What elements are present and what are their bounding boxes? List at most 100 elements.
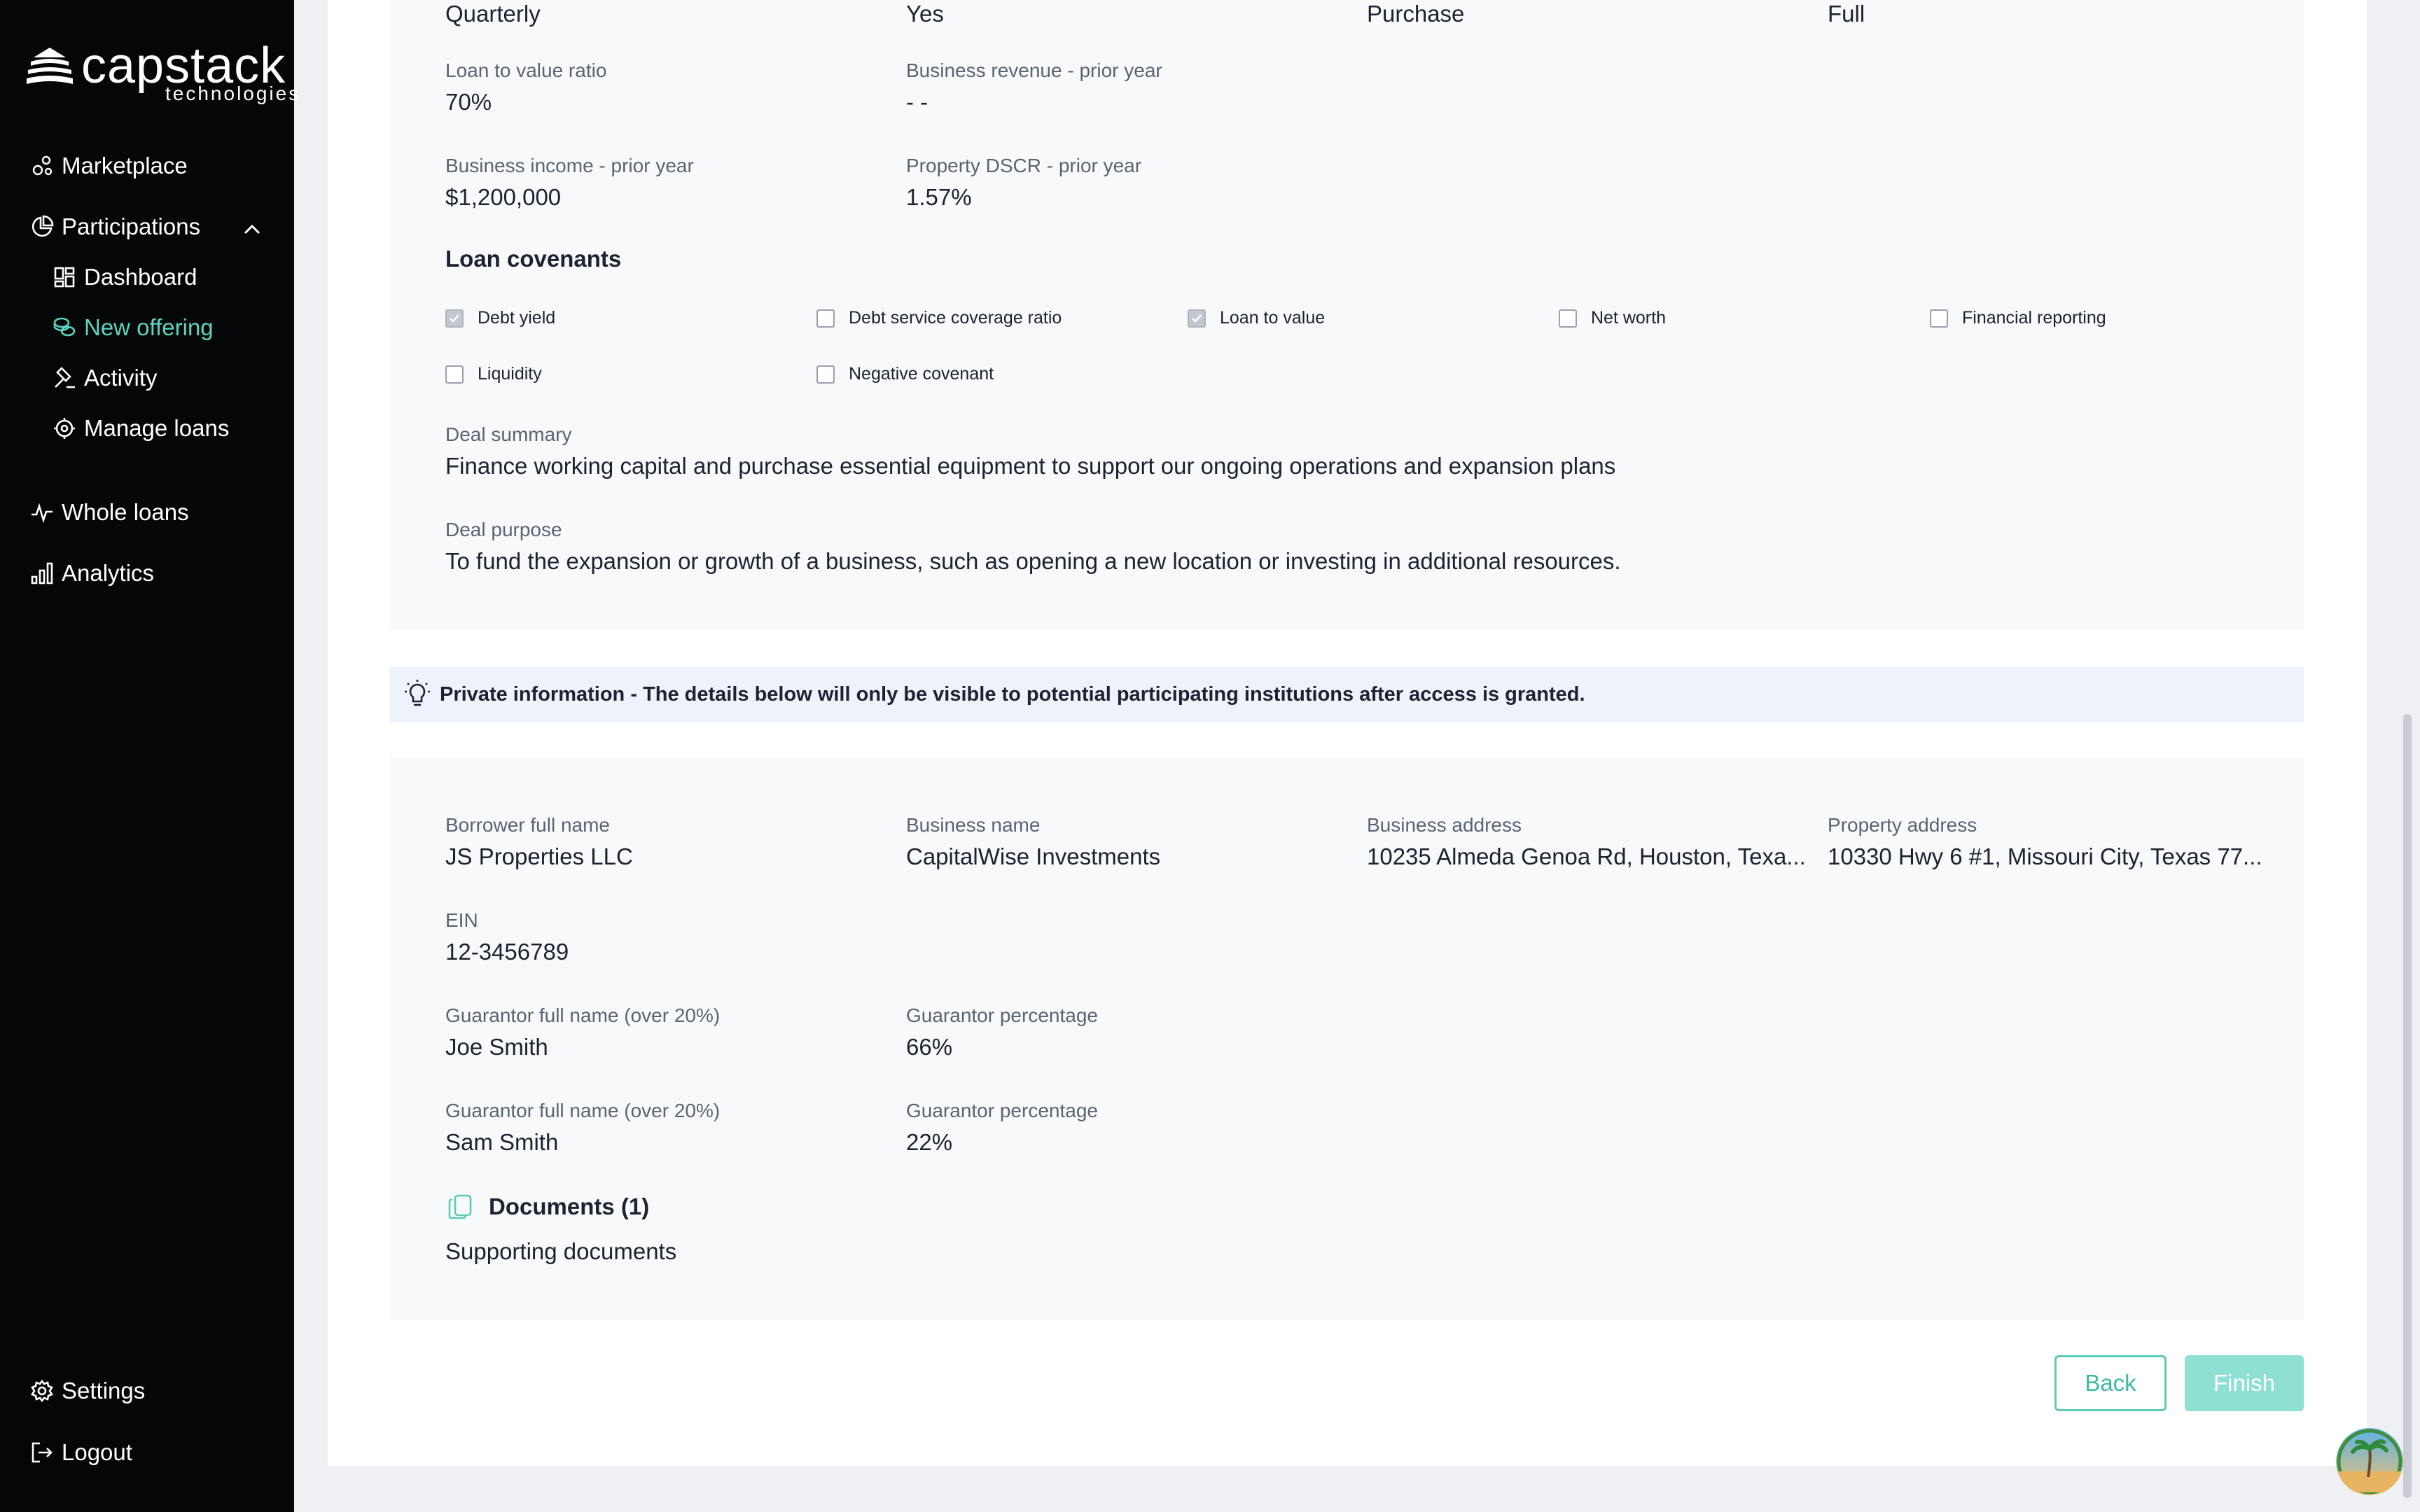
guarantor-2-pct-value: 22% <box>906 1129 953 1155</box>
business-name-field: Business name CapitalWise Investments <box>906 813 1160 872</box>
scrollbar[interactable] <box>2403 714 2412 1498</box>
coins-icon <box>52 315 77 340</box>
guarantor-1-pct-field: Guarantor percentage 66% <box>906 1004 1098 1063</box>
borrower-label: Borrower full name <box>445 814 610 836</box>
ltv-value: 70% <box>445 89 492 115</box>
business-address-field: Business address 10235 Almeda Genoa Rd, … <box>1367 813 1806 872</box>
guarantor-1-field: Guarantor full name (over 20%) Joe Smith <box>445 1004 720 1063</box>
checkbox[interactable] <box>1930 309 1948 328</box>
covenant-financial-reporting[interactable]: Financial reporting <box>1930 308 2106 328</box>
ein-label: EIN <box>445 909 478 931</box>
private-details-card: Borrower full name JS Properties LLC Bus… <box>389 757 2304 1320</box>
covenant-net-worth[interactable]: Net worth <box>1559 308 1666 328</box>
guarantor-1-pct-value: 66% <box>906 1034 953 1060</box>
covenants-title: Loan covenants <box>445 246 622 272</box>
loan-details-card: Quarterly Yes Purchase Full Loan to valu… <box>389 0 2304 630</box>
guarantor-2-value: Sam Smith <box>445 1129 559 1155</box>
covenant-negative[interactable]: Negative covenant <box>816 364 994 384</box>
business-address-value: 10235 Almeda Genoa Rd, Houston, Texa... <box>1367 844 1806 869</box>
nav-logout-label: Logout <box>62 1439 132 1465</box>
nav-analytics-label: Analytics <box>62 560 155 586</box>
documents-title: Documents (1) <box>489 1194 650 1219</box>
property-address-label: Property address <box>1828 814 1977 836</box>
top-row-value-3: Purchase <box>1367 1 1465 27</box>
pie-chart-icon <box>29 214 55 239</box>
supporting-documents-item[interactable]: Supporting documents <box>445 1232 676 1267</box>
guarantor-2-label: Guarantor full name (over 20%) <box>445 1100 721 1121</box>
deal-purpose-value: To fund the expansion or growth of a bus… <box>445 548 1621 574</box>
property-address-value: 10330 Hwy 6 #1, Missouri City, Texas 77.… <box>1828 844 2262 869</box>
nav-new-offering-label: New offering <box>84 314 214 340</box>
nav-manage-loans[interactable]: Manage loans <box>52 415 229 442</box>
checkbox[interactable] <box>445 309 464 328</box>
checkbox[interactable] <box>445 365 464 384</box>
nav-marketplace-label: Marketplace <box>62 153 188 178</box>
covenant-debt-yield[interactable]: Debt yield <box>445 308 555 328</box>
nav-whole-loans-label: Whole loans <box>62 499 189 525</box>
nav-new-offering[interactable]: New offering <box>52 314 214 341</box>
top-row-value-4: Full <box>1828 1 1865 27</box>
nav-dashboard-label: Dashboard <box>84 264 197 290</box>
guarantor-1-label: Guarantor full name (over 20%) <box>445 1004 721 1026</box>
chevron-up-icon[interactable] <box>239 217 265 242</box>
gear-dollar-icon <box>52 416 77 441</box>
checkbox[interactable] <box>816 365 835 384</box>
deal-summary-value: Finance working capital and purchase ess… <box>445 453 1616 479</box>
revenue-value: - - <box>906 89 929 115</box>
income-value: $1,200,000 <box>445 184 562 210</box>
checkbox[interactable] <box>816 309 835 328</box>
capstack-logo[interactable]: capstack technologies <box>27 41 298 111</box>
deal-purpose-label: Deal purpose <box>445 519 562 540</box>
nav-dashboard[interactable]: Dashboard <box>52 264 197 290</box>
sidebar: capstack technologies Marketplace Partic… <box>0 0 298 1512</box>
logo-tagline: technologies <box>165 83 301 104</box>
nav-settings-label: Settings <box>62 1378 146 1404</box>
bar-chart-icon <box>29 561 55 586</box>
dashboard-icon <box>52 265 77 290</box>
back-button[interactable]: Back <box>2054 1355 2167 1411</box>
nav-analytics[interactable]: Analytics <box>29 560 154 587</box>
nav-activity-label: Activity <box>84 365 158 391</box>
nav-participations[interactable]: Participations <box>29 214 200 240</box>
property-address-field: Property address 10330 Hwy 6 #1, Missour… <box>1828 813 2262 872</box>
dscr-value: 1.57% <box>906 184 972 210</box>
gear-icon <box>29 1378 55 1404</box>
guarantor-2-field: Guarantor full name (over 20%) Sam Smith <box>445 1099 720 1158</box>
nav-activity[interactable]: Activity <box>52 365 158 391</box>
guarantor-2-pct-field: Guarantor percentage 22% <box>906 1099 1098 1158</box>
dscr-label: Property DSCR - prior year <box>906 155 1142 176</box>
guarantor-1-pct-label: Guarantor percentage <box>906 1004 1098 1026</box>
top-row-value-2: Yes <box>906 1 944 27</box>
deal-summary-label: Deal summary <box>445 424 572 445</box>
ltv-label: Loan to value ratio <box>445 59 607 81</box>
ein-value: 12-3456789 <box>445 939 569 965</box>
nav-logout[interactable]: Logout <box>29 1439 132 1466</box>
documents-icon <box>448 1194 472 1219</box>
nav-manage-loans-label: Manage loans <box>84 415 230 441</box>
user-avatar[interactable] <box>2336 1428 2403 1495</box>
business-name-label: Business name <box>906 814 1041 836</box>
private-info-banner: Private information - The details below … <box>389 666 2304 722</box>
nav-settings[interactable]: Settings <box>29 1378 145 1404</box>
nav-marketplace[interactable]: Marketplace <box>29 153 188 179</box>
checkbox[interactable] <box>1559 309 1577 328</box>
borrower-field: Borrower full name JS Properties LLC <box>445 813 633 872</box>
checkbox[interactable] <box>1188 309 1206 328</box>
ltv-field: Loan to value ratio 70% <box>445 59 606 118</box>
covenant-liquidity[interactable]: Liquidity <box>445 364 542 384</box>
top-row-value-1: Quarterly <box>445 1 541 27</box>
logo-mark-icon <box>27 48 73 84</box>
logout-icon <box>29 1440 55 1465</box>
covenant-loan-to-value[interactable]: Loan to value <box>1188 308 1325 328</box>
ein-field: EIN 12-3456789 <box>445 909 569 967</box>
revenue-field: Business revenue - prior year - - <box>906 59 1162 118</box>
covenant-dscr[interactable]: Debt service coverage ratio <box>816 308 1062 328</box>
finish-button[interactable]: Finish <box>2185 1355 2304 1411</box>
documents-header: Documents (1) <box>445 1191 649 1222</box>
income-field: Business income - prior year $1,200,000 <box>445 154 694 213</box>
nav-whole-loans[interactable]: Whole loans <box>29 499 189 526</box>
business-address-label: Business address <box>1367 814 1522 836</box>
lightbulb-icon <box>405 680 430 706</box>
private-info-text: Private information - The details below … <box>440 682 1585 706</box>
revenue-label: Business revenue - prior year <box>906 59 1162 81</box>
